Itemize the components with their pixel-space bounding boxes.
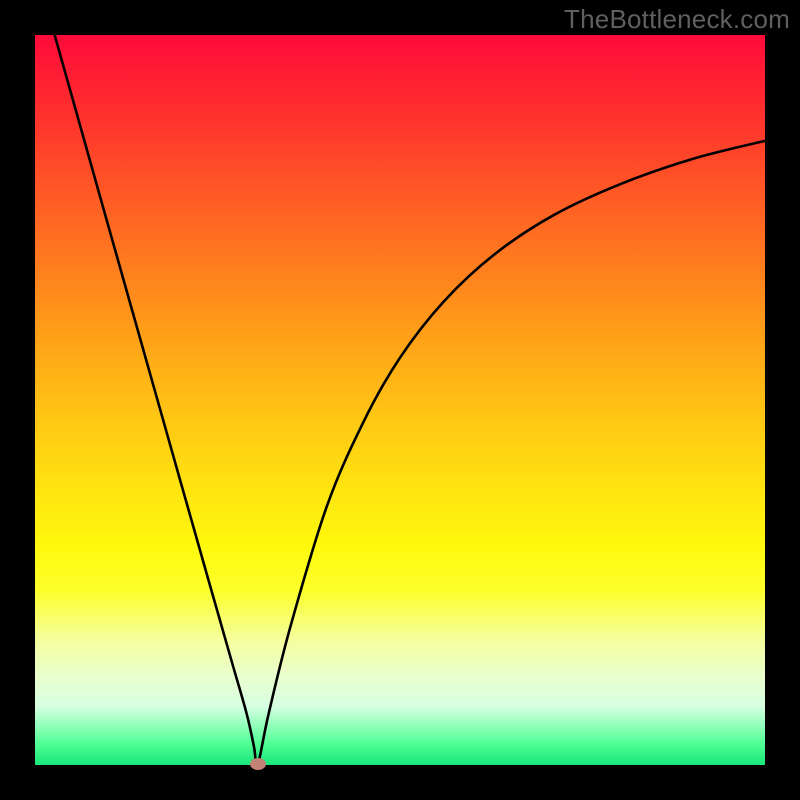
watermark-text: TheBottleneck.com [564, 4, 790, 35]
plot-curve-layer [35, 35, 765, 765]
bottleneck-curve [42, 35, 765, 765]
optimum-marker [250, 758, 266, 770]
chart-frame: TheBottleneck.com [0, 0, 800, 800]
